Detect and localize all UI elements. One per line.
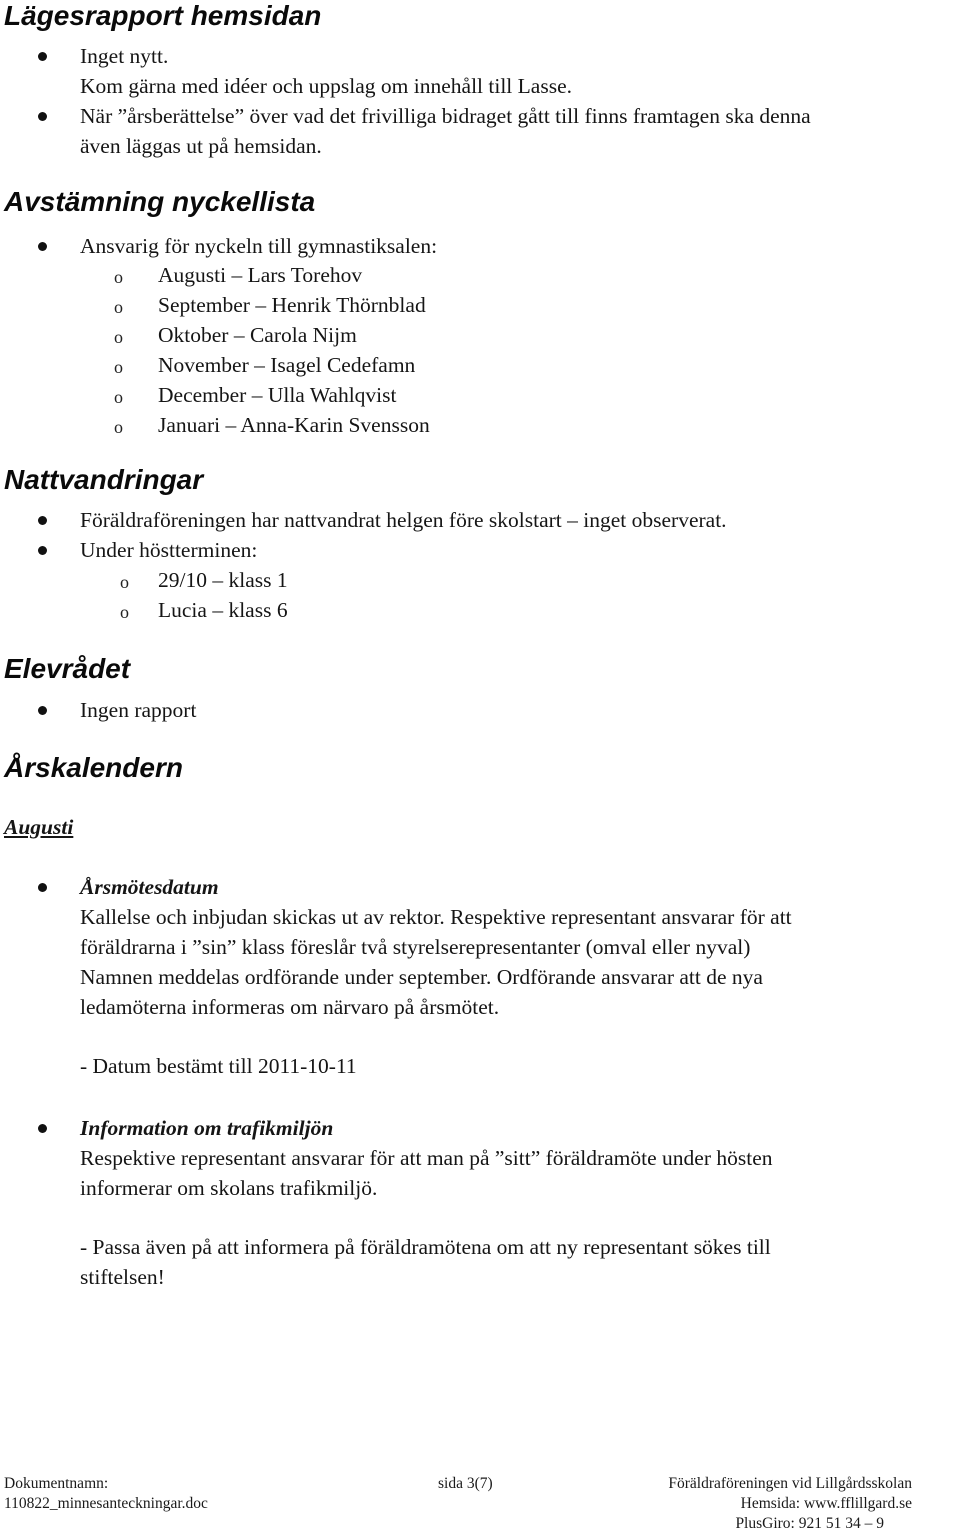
entry-1-line-3: Namnen meddelas ordförande under septemb… [80, 965, 763, 989]
entry-2-title: Information om trafikmiljön [80, 1116, 334, 1140]
nattvandringar-item-1: Föräldraföreningen har nattvandrat helge… [80, 508, 727, 532]
circle-bullet-icon: o [114, 327, 123, 347]
entry-2-line-1: Respektive representant ansvarar för att… [80, 1146, 773, 1170]
entry-2-note-line-2: stiftelsen! [80, 1265, 165, 1289]
nyckel-subitem-1: Augusti – Lars Torehov [158, 263, 363, 287]
month-heading: Augusti [4, 815, 74, 839]
footer-doc-label: Dokumentnamn: [4, 1475, 109, 1492]
nyckel-subitem-2: September – Henrik Thörnblad [158, 293, 426, 317]
entry-1-title: Årsmötesdatum [80, 875, 219, 899]
hemsidan-item-2-line-2: även läggas ut på hemsidan. [80, 134, 322, 158]
circle-bullet-icon: o [114, 357, 123, 377]
entry-1-line-4: ledamöterna informeras om närvaro på års… [80, 995, 500, 1019]
circle-bullet-icon: o [114, 297, 123, 317]
bullet-icon [38, 52, 47, 61]
bullet-icon [38, 516, 47, 525]
heading-nattvandringar: Nattvandringar [4, 464, 204, 495]
footer-org: Föräldraföreningen vid Lillgårdsskolan [668, 1475, 912, 1492]
nyckellista-item: Ansvarig för nyckeln till gymnastiksalen… [80, 234, 438, 258]
footer-plusgiro: PlusGiro: 921 51 34 – 9 [735, 1515, 884, 1532]
footer-website: Hemsida: www.fflillgard.se [740, 1495, 912, 1512]
nattvandringar-subitem-1: 29/10 – klass 1 [158, 568, 288, 592]
heading-arskalendern: Årskalendern [4, 752, 183, 783]
heading-elevradet: Elevrådet [4, 653, 131, 684]
bullet-icon [38, 242, 47, 251]
heading-hemsidan: Lägesrapport hemsidan [4, 0, 322, 31]
bullet-icon [38, 706, 47, 715]
heading-nyckellista: Avstämning nyckellista [4, 186, 316, 217]
circle-bullet-icon: o [114, 387, 123, 407]
bullet-icon [38, 1124, 47, 1133]
nyckel-subitem-5: December – Ulla Wahlqvist [158, 383, 397, 407]
entry-2-line-2: informerar om skolans trafikmiljö. [80, 1176, 378, 1200]
circle-bullet-icon: o [114, 267, 123, 287]
nyckel-subitem-6: Januari – Anna-Karin Svensson [158, 413, 430, 437]
entry-2-note-line-1: - Passa även på att informera på föräldr… [80, 1235, 771, 1259]
nyckel-subitem-3: Oktober – Carola Nijm [158, 323, 357, 347]
hemsidan-item-1-line-1: Inget nytt. [80, 44, 169, 68]
entry-1-note: - Datum bestämt till 2011-10-11 [80, 1054, 357, 1078]
elevradet-item-1: Ingen rapport [80, 698, 197, 722]
bullet-icon [38, 883, 47, 892]
nyckel-subitem-4: November – Isagel Cedefamn [158, 353, 416, 377]
entry-1-line-2: föräldrarna i ”sin” klass föreslår två s… [80, 935, 751, 959]
hemsidan-item-1-line-2: Kom gärna med idéer och uppslag om inneh… [80, 74, 572, 98]
circle-bullet-icon: o [114, 417, 123, 437]
circle-bullet-icon: o [120, 572, 129, 592]
footer-page-number: sida 3(7) [438, 1475, 493, 1492]
nattvandringar-item-2: Under höstterminen: [80, 538, 258, 562]
entry-1-line-1: Kallelse och inbjudan skickas ut av rekt… [80, 905, 792, 929]
footer-doc-name: 110822_minnesanteckningar.doc [4, 1495, 208, 1512]
nattvandringar-subitem-2: Lucia – klass 6 [158, 598, 288, 622]
bullet-icon [38, 112, 47, 121]
circle-bullet-icon: o [120, 602, 129, 622]
bullet-icon [38, 546, 47, 555]
hemsidan-item-2-line-1: När ”årsberättelse” över vad det frivill… [80, 104, 811, 128]
